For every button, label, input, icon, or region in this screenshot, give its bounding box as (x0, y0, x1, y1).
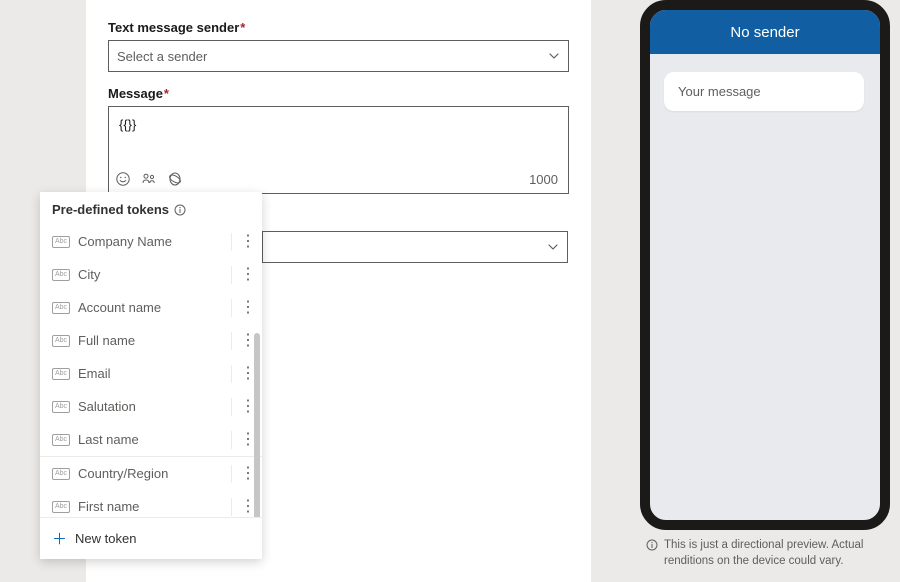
text-type-icon: Abc (52, 302, 70, 314)
token-popup: Pre-defined tokens Abc Company Name ⋮ Ab… (40, 192, 262, 559)
token-label: Company Name (78, 234, 227, 249)
sender-field: Text message sender* Select a sender (108, 20, 569, 72)
token-label: City (78, 267, 227, 282)
token-item[interactable]: Abc Full name ⋮ (40, 324, 262, 357)
separator (231, 365, 232, 383)
separator (231, 332, 232, 350)
token-list: Abc Company Name ⋮ Abc City ⋮ Abc Accoun… (40, 225, 262, 517)
more-icon[interactable]: ⋮ (238, 234, 258, 250)
ai-assist-icon[interactable] (167, 171, 183, 187)
token-popup-header: Pre-defined tokens (40, 192, 262, 225)
preview-disclaimer: This is just a directional preview. Actu… (640, 530, 890, 569)
token-label: Last name (78, 432, 227, 447)
token-label: Full name (78, 333, 227, 348)
text-type-icon: Abc (52, 501, 70, 513)
text-type-icon: Abc (52, 434, 70, 446)
separator (231, 299, 232, 317)
token-popup-title: Pre-defined tokens (52, 202, 169, 217)
message-toolbar: 1000 (109, 167, 568, 193)
token-label: Country/Region (78, 466, 227, 481)
message-label: Message* (108, 86, 569, 101)
personalize-icon[interactable] (141, 171, 157, 187)
text-type-icon: Abc (52, 269, 70, 281)
token-item[interactable]: Abc First name ⋮ (40, 490, 262, 517)
token-item[interactable]: Abc Last name ⋮ (40, 423, 262, 456)
scrollbar-thumb[interactable] (254, 333, 260, 517)
phone-frame: No sender Your message (640, 0, 890, 530)
emoji-icon[interactable] (115, 171, 131, 187)
phone-preview-panel: No sender Your message This is just a di… (640, 0, 890, 569)
text-type-icon: Abc (52, 335, 70, 347)
sender-label-text: Text message sender (108, 20, 239, 35)
plus-icon: ＋ (52, 528, 67, 549)
message-bubble: Your message (664, 72, 864, 111)
token-item[interactable]: Abc Email ⋮ (40, 357, 262, 390)
separator (231, 266, 232, 284)
secondary-select[interactable] (262, 231, 568, 263)
phone-header: No sender (650, 10, 880, 54)
more-icon[interactable]: ⋮ (238, 267, 258, 283)
sender-placeholder: Select a sender (117, 49, 207, 64)
info-icon (646, 538, 658, 569)
bubble-text: Your message (678, 84, 761, 99)
token-item[interactable]: Abc City ⋮ (40, 258, 262, 291)
phone-sender-title: No sender (730, 24, 799, 41)
separator (231, 398, 232, 416)
token-label: Account name (78, 300, 227, 315)
separator (231, 431, 232, 449)
token-item[interactable]: Abc Country/Region ⋮ (40, 457, 262, 490)
text-type-icon: Abc (52, 236, 70, 248)
message-body[interactable]: {{}} (109, 107, 568, 167)
separator (231, 465, 232, 483)
text-type-icon: Abc (52, 368, 70, 380)
chevron-down-icon (548, 50, 560, 62)
text-type-icon: Abc (52, 401, 70, 413)
required-asterisk: * (164, 86, 169, 101)
separator (231, 233, 232, 251)
disclaimer-text: This is just a directional preview. Actu… (664, 538, 888, 569)
message-field: Message* {{}} 1000 (108, 86, 569, 194)
new-token-button[interactable]: ＋ New token (40, 517, 262, 559)
token-item[interactable]: Abc Account name ⋮ (40, 291, 262, 324)
token-item[interactable]: Abc Company Name ⋮ (40, 225, 262, 258)
token-label: First name (78, 499, 227, 514)
text-type-icon: Abc (52, 468, 70, 480)
message-label-text: Message (108, 86, 163, 101)
token-item[interactable]: Abc Salutation ⋮ (40, 390, 262, 423)
token-label: Salutation (78, 399, 227, 414)
separator (231, 498, 232, 516)
chevron-down-icon (547, 241, 559, 253)
new-token-label: New token (75, 531, 136, 546)
sender-label: Text message sender* (108, 20, 569, 35)
message-editor[interactable]: {{}} 1000 (108, 106, 569, 194)
required-asterisk: * (240, 20, 245, 35)
sender-select[interactable]: Select a sender (108, 40, 569, 72)
token-label: Email (78, 366, 227, 381)
info-icon[interactable] (174, 204, 186, 216)
char-count: 1000 (529, 172, 558, 187)
more-icon[interactable]: ⋮ (238, 300, 258, 316)
